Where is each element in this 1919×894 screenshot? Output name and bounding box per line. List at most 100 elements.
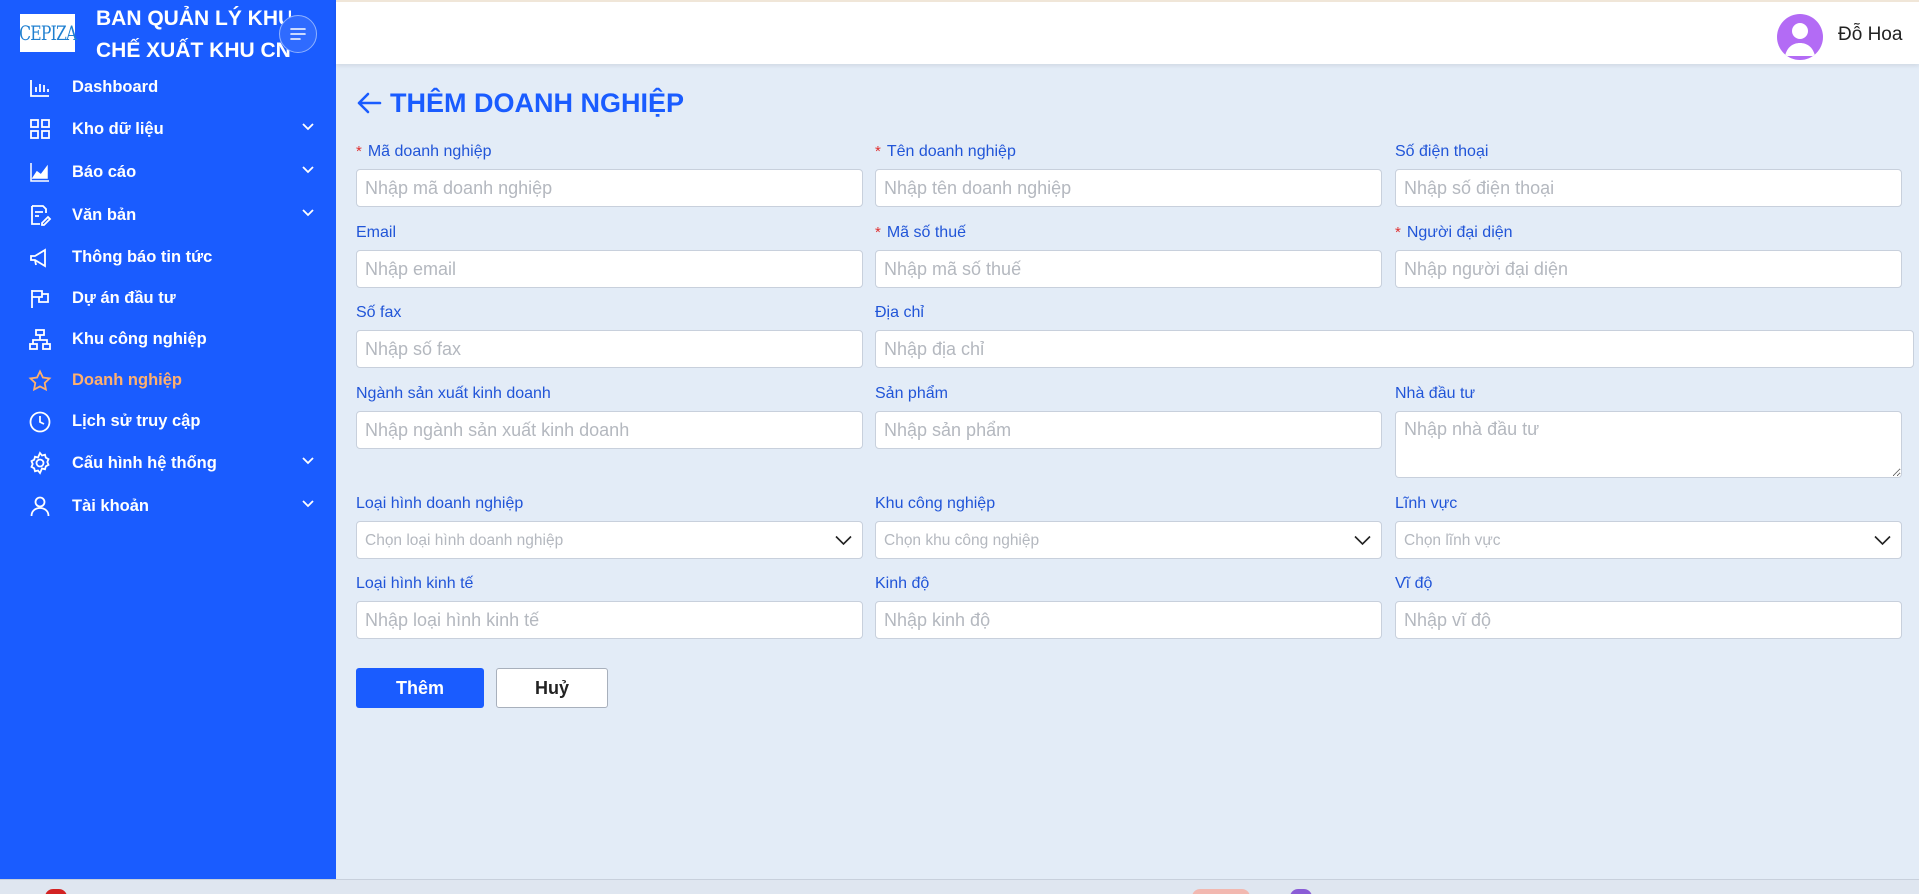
logo-text: CEPIZA <box>18 21 77 45</box>
sidebar-item-label: Lịch sử truy cập <box>72 412 201 430</box>
chevron-down-icon <box>302 166 314 174</box>
brand: CEPIZA BAN QUẢN LÝ KHU CHẾ XUẤT KHU CN <box>0 0 336 70</box>
ten-doanh-nghiep-input[interactable] <box>875 169 1382 207</box>
grid-icon <box>30 119 50 139</box>
top-header <box>336 0 1919 64</box>
select-placeholder: Chọn khu công nghiệp <box>884 532 1040 549</box>
user-avatar[interactable] <box>1777 14 1823 60</box>
sidebar-item-label: Văn bản <box>72 206 137 224</box>
ma-so-thue-input[interactable] <box>875 250 1382 288</box>
dia-chi-input[interactable] <box>875 330 1914 368</box>
sidebar-menu: Dashboard Kho dữ liệu Báo cáo Văn bản Th… <box>0 67 336 528</box>
sidebar-item-bao-cao[interactable]: Báo cáo <box>0 151 336 194</box>
vi-do-input[interactable] <box>1395 601 1902 639</box>
field-label: Sản phẩm <box>875 385 948 402</box>
document-edit-icon <box>31 205 52 226</box>
user-icon <box>30 496 50 517</box>
sidebar-item-label: Cấu hình hệ thống <box>72 454 217 472</box>
sidebar-item-lich-su-truy-cap[interactable]: Lịch sử truy cập <box>0 401 336 442</box>
clock-icon <box>29 411 51 433</box>
sidebar-item-dashboard[interactable]: Dashboard <box>0 67 336 108</box>
field-label: Ngành sản xuất kinh doanh <box>356 385 551 402</box>
field-so-dien-thoai: Số điện thoại <box>1395 142 1902 207</box>
so-dien-thoai-input[interactable] <box>1395 169 1902 207</box>
taskbar-app-icon[interactable] <box>1290 889 1312 894</box>
area-chart-icon <box>30 163 49 182</box>
chevron-down-icon <box>302 500 314 508</box>
select-placeholder: Chọn lĩnh vực <box>1404 532 1501 549</box>
brand-title: BAN QUẢN LÝ KHU CHẾ XUẤT KHU CN <box>96 3 291 67</box>
field-nganh-san-xuat: Ngành sản xuất kinh doanh <box>356 384 863 449</box>
gear-icon <box>30 451 50 475</box>
taskbar-app-icon[interactable] <box>45 889 67 894</box>
khu-cong-nghiep-select[interactable]: Chọn khu công nghiệp <box>875 521 1382 559</box>
sidebar-item-label: Báo cáo <box>72 163 137 181</box>
chevron-down-icon <box>302 457 314 465</box>
field-ten-doanh-nghiep: * Tên doanh nghiệp <box>875 142 1382 207</box>
sidebar-item-van-ban[interactable]: Văn bản <box>0 194 336 237</box>
page-title: THÊM DOANH NGHIỆP <box>356 86 684 120</box>
brand-line-1: BAN QUẢN LÝ KHU <box>96 7 291 30</box>
sidebar-item-label: Thông báo tin tức <box>72 248 213 266</box>
field-nha-dau-tu: Nhà đầu tư <box>1395 384 1902 478</box>
cancel-button[interactable]: Huỷ <box>496 668 608 708</box>
megaphone-icon <box>30 248 46 268</box>
taskbar-app-icon[interactable] <box>1192 889 1250 894</box>
field-label: Số điện thoại <box>1395 143 1489 160</box>
cepiza-logo[interactable]: CEPIZA <box>18 12 77 54</box>
sidebar-item-label: Dự án đầu tư <box>72 289 176 307</box>
flag-icon <box>31 290 49 308</box>
field-ma-doanh-nghiep: * Mã doanh nghiệp <box>356 142 863 207</box>
field-label: * Mã số thuế <box>875 223 966 243</box>
field-label: Lĩnh vực <box>1395 495 1458 512</box>
field-email: Email <box>356 223 863 288</box>
menu-lines-icon <box>290 28 306 40</box>
nha-dau-tu-textarea[interactable] <box>1395 411 1902 478</box>
field-ma-so-thue: * Mã số thuế <box>875 223 1382 288</box>
field-label: * Tên doanh nghiệp <box>875 142 1016 162</box>
label-text: Người đại diện <box>1406 224 1513 241</box>
taskbar-edge <box>0 879 1919 894</box>
sidebar-item-label: Kho dữ liệu <box>72 120 164 138</box>
field-label: Email <box>356 224 397 241</box>
submit-button[interactable]: Thêm <box>356 668 484 708</box>
sidebar-item-thong-bao-tin-tuc[interactable]: Thông báo tin tức <box>0 237 336 278</box>
username[interactable]: Đỗ Hoa <box>1838 24 1902 46</box>
sidebar-item-khu-cong-nghiep[interactable]: Khu công nghiệp <box>0 319 336 360</box>
field-loai-hinh-doanh-nghiep: Loại hình doanh nghiệp Chọn loại hình do… <box>356 494 863 559</box>
loai-hinh-kinh-te-input[interactable] <box>356 601 863 639</box>
nguoi-dai-dien-input[interactable] <box>1395 250 1902 288</box>
field-san-pham: Sản phẩm <box>875 384 1382 449</box>
chevron-down-icon <box>302 209 314 217</box>
field-label: Loại hình kinh tế <box>356 575 474 592</box>
chevron-down-icon <box>302 123 314 131</box>
loai-hinh-doanh-nghiep-select[interactable]: Chọn loại hình doanh nghiệp <box>356 521 863 559</box>
sidebar-item-du-an-dau-tu[interactable]: Dự án đầu tư <box>0 278 336 319</box>
field-label: Nhà đầu tư <box>1395 385 1476 402</box>
sidebar-toggle-button[interactable] <box>279 15 317 53</box>
sidebar-item-doanh-nghiep[interactable]: Doanh nghiệp <box>0 360 336 401</box>
email-input[interactable] <box>356 250 863 288</box>
sidebar-item-kho-du-lieu[interactable]: Kho dữ liệu <box>0 108 336 151</box>
label-text: Mã số thuế <box>886 224 966 241</box>
field-dia-chi: Địa chỉ <box>875 303 1914 368</box>
sidebar-item-label: Tài khoản <box>72 497 150 515</box>
sidebar-item-cau-hinh-he-thong[interactable]: Cấu hình hệ thống <box>0 442 336 485</box>
field-kinh-do: Kinh độ <box>875 574 1382 639</box>
so-fax-input[interactable] <box>356 330 863 368</box>
bar-chart-icon <box>30 80 49 97</box>
sidebar-item-label: Doanh nghiệp <box>72 371 182 389</box>
field-khu-cong-nghiep: Khu công nghiệp Chọn khu công nghiệp <box>875 494 1382 559</box>
label-text: Tên doanh nghiệp <box>886 143 1016 160</box>
back-arrow-icon[interactable] <box>356 91 382 115</box>
sidebar-item-tai-khoan[interactable]: Tài khoản <box>0 485 336 528</box>
san-pham-input[interactable] <box>875 411 1382 449</box>
ma-doanh-nghiep-input[interactable] <box>356 169 863 207</box>
kinh-do-input[interactable] <box>875 601 1382 639</box>
field-label: Số fax <box>356 304 402 321</box>
field-linh-vuc: Lĩnh vực Chọn lĩnh vực <box>1395 494 1902 559</box>
linh-vuc-select[interactable]: Chọn lĩnh vực <box>1395 521 1902 559</box>
nganh-san-xuat-input[interactable] <box>356 411 863 449</box>
field-label: Loại hình doanh nghiệp <box>356 495 524 512</box>
field-label: Khu công nghiệp <box>875 495 996 512</box>
